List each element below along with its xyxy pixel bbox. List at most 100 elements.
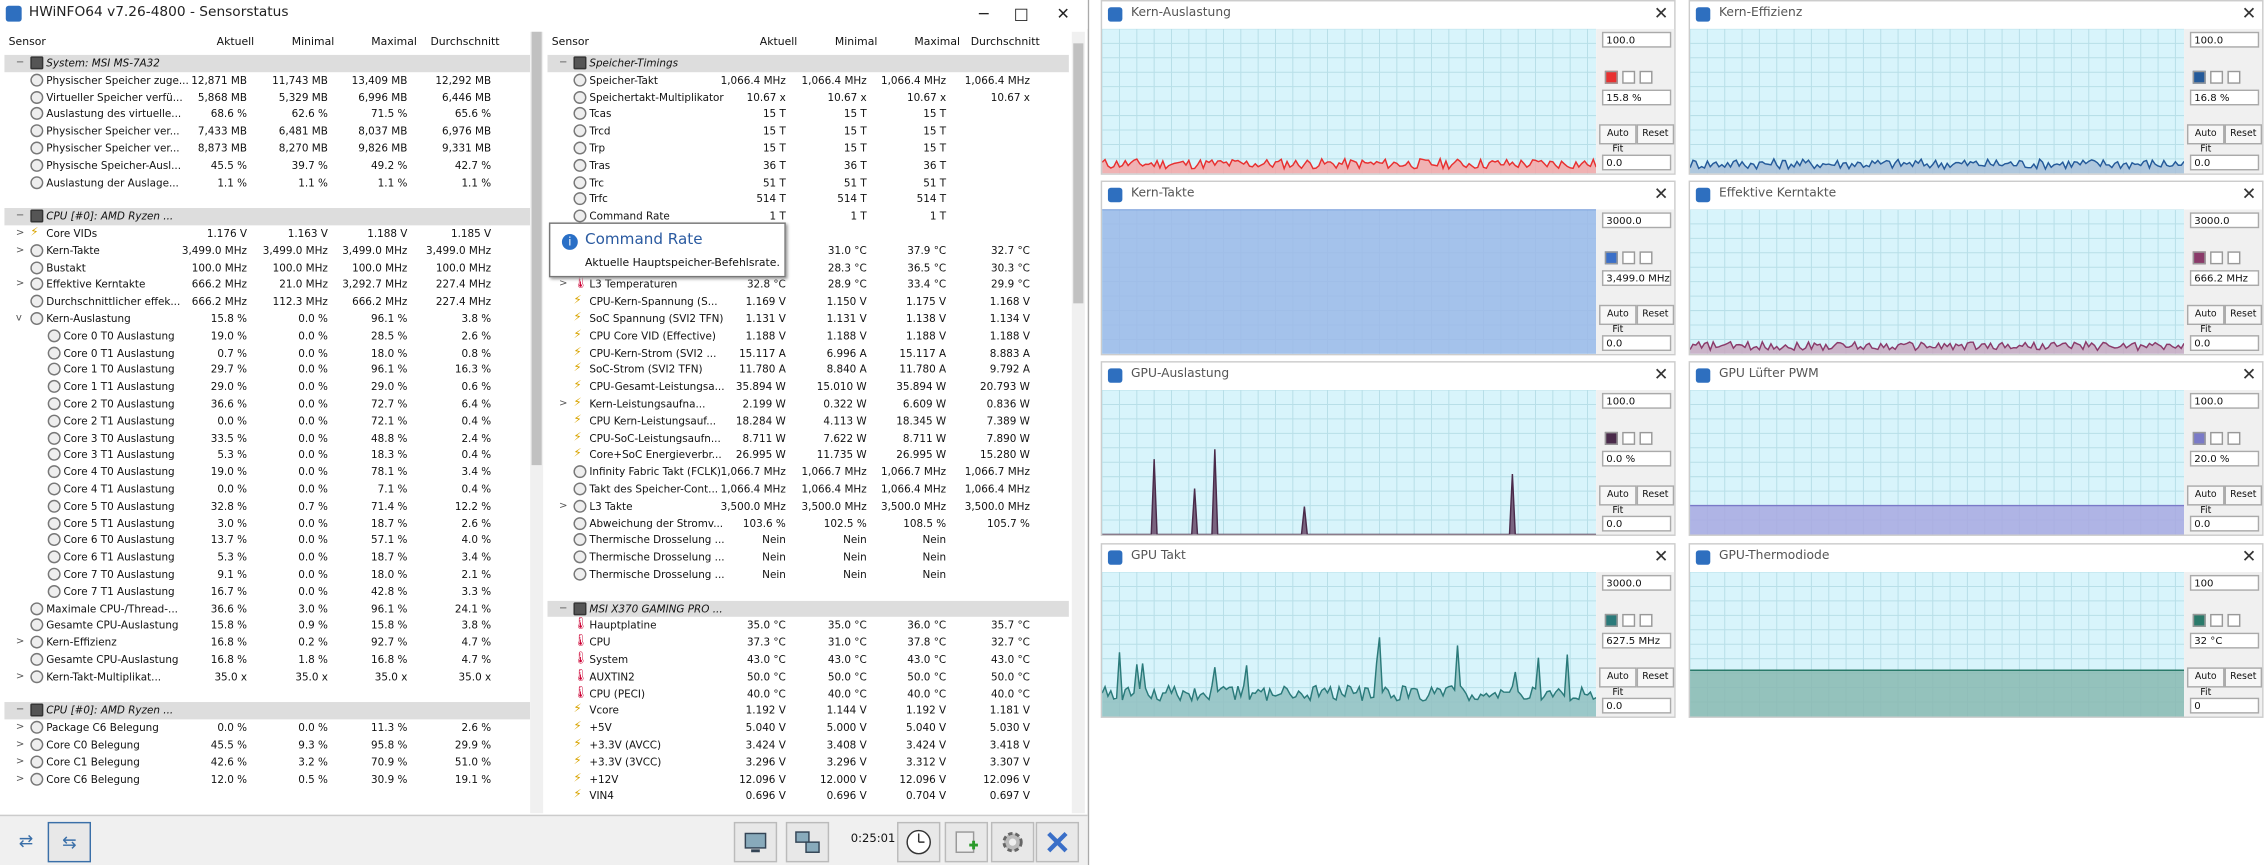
graph-window[interactable]: GPU Takt ✕ 3000.0 627.5 MHz Auto Fit Reset 0.0 [1100, 543, 1676, 718]
collapse-icon[interactable]: − [16, 704, 24, 716]
reset-icon[interactable] [944, 821, 989, 863]
graph-window[interactable]: Effektive Kerntakte ✕ 3000.0 666.2 MHz Auto … [1688, 180, 2264, 356]
sensor-row[interactable]: Core 4 T0 Auslastung 19.0 % 0.0 % 78.1 % 3.4… [4, 464, 530, 481]
sensor-row[interactable]: Core 1 T1 Auslastung 29.0 % 0.0 % 29.0 % 0.6… [4, 379, 530, 396]
sensor-row[interactable]: Core 5 T0 Auslastung 32.8 % 0.7 % 71.4 % 12.… [4, 498, 530, 515]
sensor-row[interactable]: ⚡ CPU-Kern-Strom (SVI2 ... 15.117 A 6.996 A… [547, 345, 1068, 362]
graph-min-field[interactable]: 0.0 [1601, 697, 1672, 714]
color-swatch[interactable] [1604, 70, 1618, 84]
graph-min-field[interactable]: 0.0 [2189, 154, 2260, 171]
sensor-row[interactable]: Bustakt 100.0 MHz 100.0 MHz 100.0 MHz 100.0 … [4, 259, 530, 276]
gear-icon[interactable] [990, 821, 1035, 863]
sensor-row[interactable]: Core 6 T1 Auslastung 5.3 % 0.0 % 18.7 % 3.4 … [4, 549, 530, 566]
expand-icon[interactable]: > [16, 755, 24, 767]
color-swatch[interactable] [2227, 613, 2241, 627]
sensor-row[interactable]: Trfc 514 T 514 T 514 T [547, 191, 1068, 208]
sensor-group-row[interactable]: − Speicher-Timings [547, 54, 1069, 72]
color-swatch[interactable] [1639, 613, 1653, 627]
graph-min-field[interactable]: 0.0 [1601, 154, 1672, 171]
graph-close-button[interactable]: ✕ [2242, 3, 2257, 23]
graph-min-field[interactable]: 0.0 [2189, 335, 2260, 352]
expand-icon[interactable]: > [16, 227, 24, 239]
sensor-row[interactable]: Core 3 T1 Auslastung 5.3 % 0.0 % 18.3 % 0.4 … [4, 447, 530, 464]
expand-icon[interactable]: > [16, 278, 24, 290]
color-swatch[interactable] [1604, 431, 1618, 445]
reset-button[interactable]: Reset [2224, 124, 2263, 145]
color-swatch[interactable] [1622, 251, 1636, 265]
collapse-icon[interactable]: − [16, 210, 24, 222]
color-swatch[interactable] [2192, 613, 2206, 627]
sensor-row[interactable]: ⚡ +5V 5.040 V 5.000 V 5.040 V 5.030 V [547, 720, 1068, 737]
auto-fit-button[interactable]: Auto Fit [2186, 124, 2225, 155]
graph-close-button[interactable]: ✕ [1654, 3, 1669, 23]
graph-max-field[interactable]: 3000.0 [2189, 212, 2260, 229]
expand-icon[interactable]: > [559, 278, 567, 290]
sensor-row[interactable]: > Effektive Kerntakte 666.2 MHz 21.0 MHz 3,2… [4, 276, 530, 293]
sensor-row[interactable]: ⚡ +3.3V (AVCC) 3.424 V 3.408 V 3.424 V 3.418 … [547, 737, 1068, 754]
color-swatch[interactable] [2227, 251, 2241, 265]
sensor-row[interactable]: Virtueller Speicher verfü... 5,868 MB 5,32… [4, 89, 530, 106]
sensor-row[interactable]: Core 6 T0 Auslastung 13.7 % 0.0 % 57.1 % 4.0… [4, 532, 530, 549]
sensor-row[interactable]: Gesamte CPU-Auslastung 16.8 % 1.8 % 16.8 % 4… [4, 651, 530, 668]
close-icon[interactable] [1035, 821, 1080, 863]
minimize-button[interactable]: ─ [963, 3, 1003, 26]
expand-icon[interactable]: > [16, 738, 24, 750]
expand-icon[interactable]: > [16, 670, 24, 682]
collapse-icon[interactable]: − [16, 56, 24, 68]
graph-max-field[interactable]: 100.0 [1601, 31, 1672, 48]
left-scrollbar[interactable] [530, 31, 544, 814]
graph-window[interactable]: GPU-Thermodiode ✕ 100 32 °C Auto Fit Reset 0 [1688, 543, 2264, 718]
color-swatch[interactable] [1639, 70, 1653, 84]
sensor-row[interactable]: Core 7 T0 Auslastung 9.1 % 0.0 % 18.0 % 2.1 … [4, 566, 530, 583]
sensor-row[interactable]: Core 3 T0 Auslastung 33.5 % 0.0 % 48.8 % 2.4… [4, 430, 530, 447]
auto-fit-button[interactable]: Auto Fit [1599, 304, 1637, 335]
sensor-row[interactable]: Physische Speicher-Ausl... 45.5 % 39.7 % 49… [4, 157, 530, 174]
expand-icon[interactable]: > [16, 721, 24, 733]
sensor-row[interactable]: ⚡ Core+SoC Energieverbr... 26.995 W 11.735 … [547, 447, 1068, 464]
col-minimal[interactable]: Minimal [292, 35, 334, 48]
sensor-row[interactable]: Thermische Drosselung ... Nein Nein Nein [547, 566, 1068, 583]
color-swatch[interactable] [2210, 70, 2224, 84]
graph-window[interactable]: GPU-Auslastung ✕ 100.0 0.0 % Auto Fit Reset 0.… [1100, 361, 1676, 536]
auto-fit-button[interactable]: Auto Fit [2186, 485, 2225, 516]
network-icon[interactable] [785, 821, 830, 863]
graph-close-button[interactable]: ✕ [2242, 183, 2257, 203]
sensor-row[interactable]: Gesamte CPU-Auslastung 15.8 % 0.9 % 15.8 % 3… [4, 617, 530, 634]
auto-fit-button[interactable]: Auto Fit [1599, 124, 1637, 155]
reset-button[interactable]: Reset [1636, 124, 1675, 145]
sensor-row[interactable]: ⚡ CPU Kern-Leistungsauf... 18.284 W 4.113 W… [547, 413, 1068, 430]
sensor-row[interactable]: > L3 Takte 3,500.0 MHz 3,500.0 MHz 3,500.0 M… [547, 498, 1068, 515]
col-current[interactable]: Aktuell [217, 35, 254, 48]
sensor-row[interactable]: 🌡 AUXTIN2 50.0 °C 50.0 °C 50.0 °C 50.0 °C [547, 669, 1068, 686]
sensor-row[interactable]: ⚡ CPU-Gesamt-Leistungsa... 35.894 W 15.010 … [547, 379, 1068, 396]
sensor-row[interactable]: Trc 51 T 51 T 51 T [547, 174, 1068, 191]
graph-min-field[interactable]: 0.0 [2189, 515, 2260, 532]
sensor-row[interactable]: Speichertakt-Multiplikator 10.67 x 10.67 x… [547, 89, 1068, 106]
color-swatch[interactable] [1639, 251, 1653, 265]
sensor-row[interactable]: Physischer Speicher zuge... 12,871 MB 11,7… [4, 72, 530, 89]
graph-window[interactable]: Kern-Takte ✕ 3000.0 3,499.0 MHz Auto Fit Rese… [1100, 180, 1676, 356]
sensor-row[interactable]: v Kern-Auslastung 15.8 % 0.0 % 96.1 % 3.8 % [4, 311, 530, 328]
sensor-row[interactable]: Takt des Speicher-Cont... 1,066.4 MHz 1,06… [547, 481, 1068, 498]
sensor-row[interactable]: Thermische Drosselung ... Nein Nein Nein [547, 549, 1068, 566]
sensor-row[interactable]: Core 5 T1 Auslastung 3.0 % 0.0 % 18.7 % 2.6 … [4, 515, 530, 532]
sensor-row[interactable]: ⚡ SoC Spannung (SVI2 TFN) 1.131 V 1.131 V 1.… [547, 311, 1068, 328]
color-swatch[interactable] [1622, 613, 1636, 627]
maximize-button[interactable]: □ [1001, 3, 1041, 26]
sensor-row[interactable]: Core 0 T1 Auslastung 0.7 % 0.0 % 18.0 % 0.8 … [4, 345, 530, 362]
sensor-row[interactable]: Tras 36 T 36 T 36 T [547, 157, 1068, 174]
sensor-row[interactable]: Speicher-Takt 1,066.4 MHz 1,066.4 MHz 1,066… [547, 72, 1068, 89]
sensor-row[interactable]: Thermische Drosselung ... Nein Nein Nein [547, 532, 1068, 549]
sensor-row[interactable]: Core 1 T0 Auslastung 29.7 % 0.0 % 96.1 % 16.… [4, 362, 530, 379]
sensor-group-row[interactable]: − CPU [#0]: AMD Ryzen ... [4, 208, 531, 226]
expand-icon[interactable]: > [16, 636, 24, 648]
col-minimal[interactable]: Minimal [835, 35, 877, 48]
sensor-row[interactable]: Trp 15 T 15 T 15 T [547, 140, 1068, 157]
graph-close-button[interactable]: ✕ [2242, 364, 2257, 384]
sensor-row[interactable]: Maximale CPU-/Thread-... 36.6 % 3.0 % 96.1 … [4, 600, 530, 617]
graph-min-field[interactable]: 0.0 [1601, 515, 1672, 532]
sensor-row[interactable]: > Core C0 Belegung 45.5 % 9.3 % 95.8 % 29.9 % [4, 737, 530, 754]
graph-close-button[interactable]: ✕ [1654, 546, 1669, 566]
graph-window[interactable]: Kern-Auslastung ✕ 100.0 15.8 % Auto Fit Reset… [1100, 0, 1676, 175]
expand-icon[interactable]: > [16, 244, 24, 256]
